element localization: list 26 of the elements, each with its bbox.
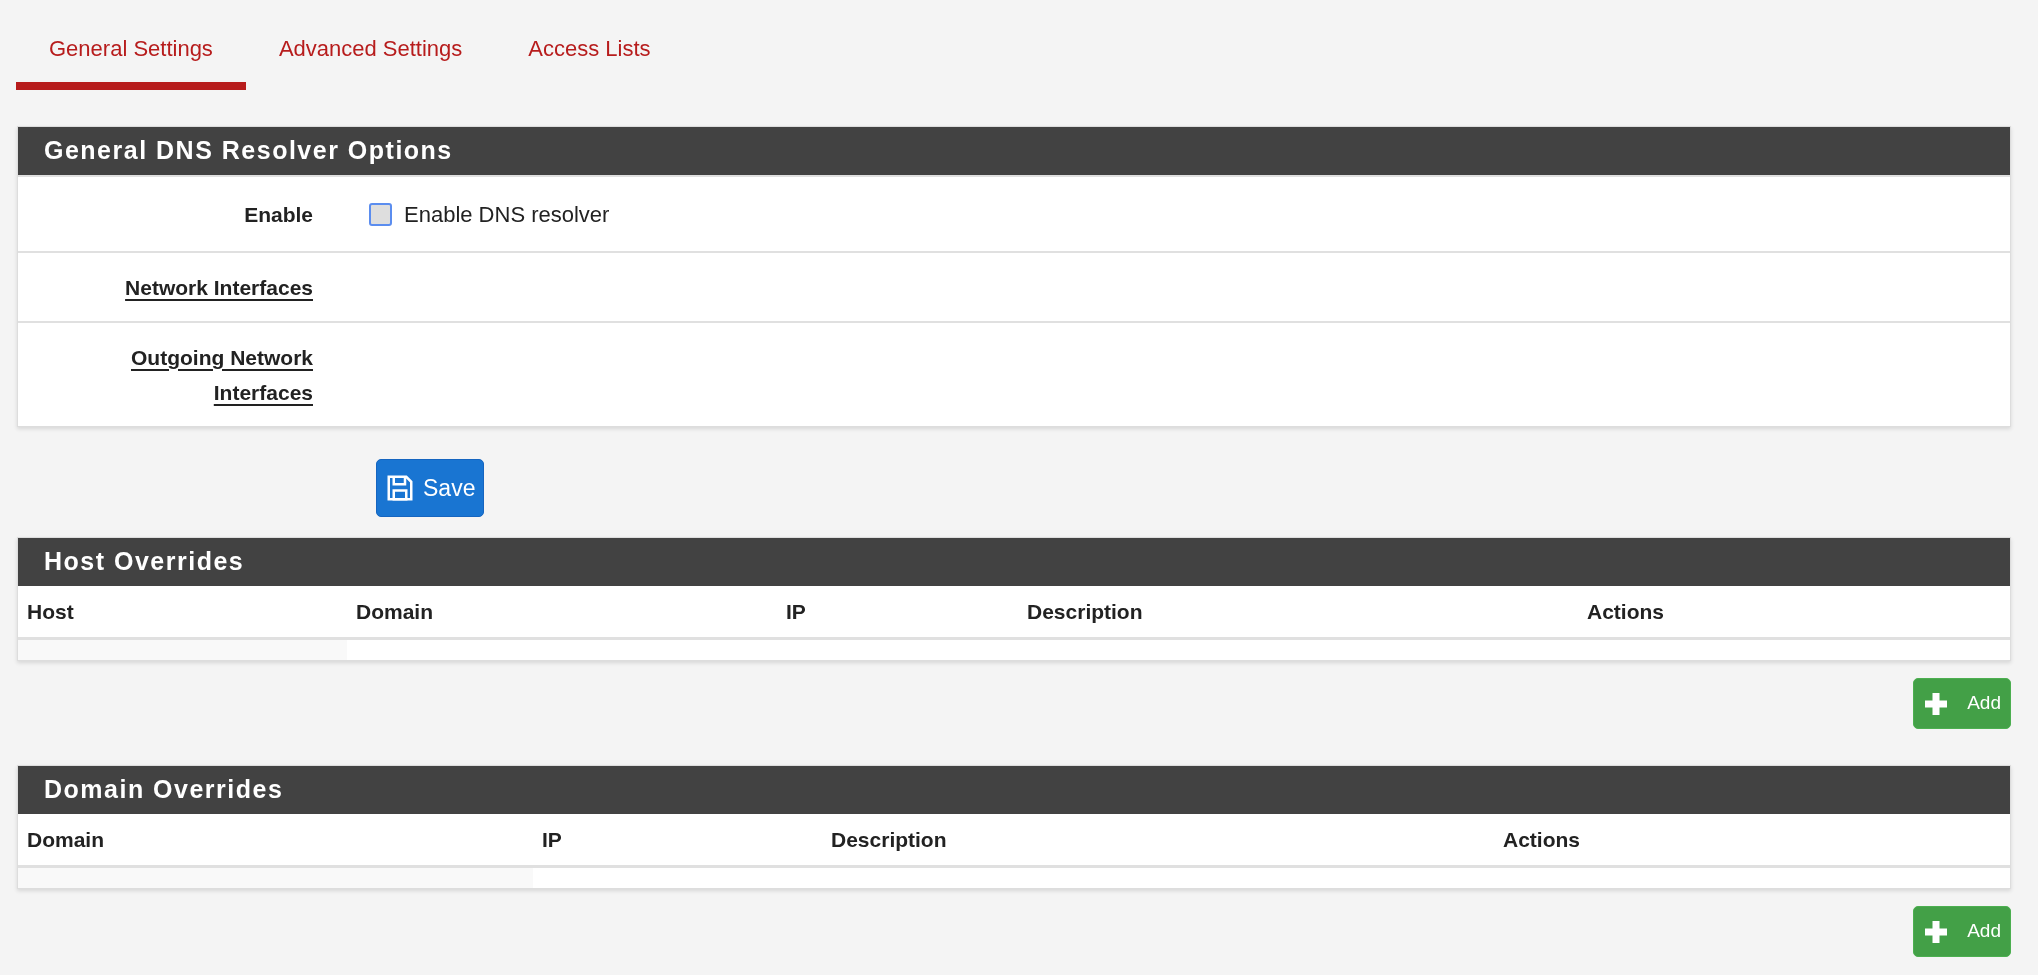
save-button[interactable]: Save <box>376 459 485 517</box>
save-icon <box>385 473 415 503</box>
tab[interactable]: Access Lists <box>495 30 684 90</box>
add-button[interactable]: Add <box>1913 678 2011 729</box>
column-header: Actions <box>1587 599 1664 623</box>
column-header: Domain <box>356 599 433 623</box>
column-header: Host <box>27 599 74 623</box>
column-header: Domain <box>27 827 104 851</box>
help-link[interactable]: Network Interfaces <box>113 269 313 305</box>
panel-header: Domain Overrides <box>18 766 2010 814</box>
panel-header: Host Overrides <box>18 538 2010 586</box>
checkbox-label: Enable DNS resolver <box>404 200 610 229</box>
checkbox[interactable] <box>369 202 392 226</box>
column-header: IP <box>542 827 562 851</box>
tab[interactable]: Advanced Settings <box>245 30 496 90</box>
column-header: Actions <box>1503 827 1580 851</box>
column-header: Description <box>831 827 947 851</box>
panel-header: General DNS Resolver Options <box>18 127 2010 175</box>
help-link[interactable]: Outgoing Network Interfaces <box>113 339 313 410</box>
field-label: Enable <box>243 201 313 228</box>
column-header: IP <box>786 599 806 623</box>
plus-icon <box>1923 918 1950 945</box>
column-header: Description <box>1027 599 1143 623</box>
add-button[interactable]: Add <box>1913 906 2011 957</box>
plus-icon <box>1923 690 1950 717</box>
tab[interactable]: General Settings <box>16 30 246 90</box>
